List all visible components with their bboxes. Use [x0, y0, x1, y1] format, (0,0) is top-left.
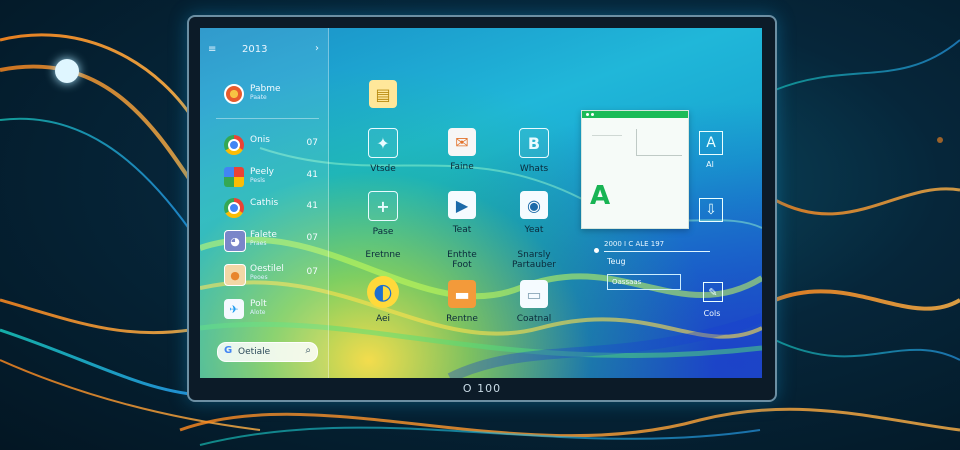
sidebar-item-count: 41	[306, 170, 318, 180]
folder-icon: ▬	[448, 280, 476, 308]
sidebar-item-oestilel[interactable]: ● Oestilel Peoes 07	[224, 264, 324, 286]
detail-input[interactable]: Oassaas	[607, 274, 681, 290]
download-icon[interactable]: ⇩	[699, 198, 723, 222]
tile-label: Aei	[375, 314, 391, 324]
avatar	[224, 84, 244, 104]
search-icon[interactable]: ⌕	[305, 345, 311, 356]
sidebar: ≡ 2013 › Pabme Paate Onis 07 Peely Pesls…	[200, 28, 329, 378]
sidebar-item-cathis[interactable]: Cathis 41	[224, 198, 324, 220]
tile-whats[interactable]: B Whats	[499, 128, 569, 178]
monitor-brand: O 100	[462, 382, 502, 395]
fork-icon: ✦	[368, 128, 398, 158]
side-label: Al	[706, 160, 714, 169]
tile-label: Vtsde	[370, 164, 396, 174]
google-icon: G	[224, 345, 233, 356]
tile-label: Eretnne	[365, 250, 401, 260]
chevron-right-icon[interactable]: ›	[315, 43, 319, 54]
spotlight-icon: ●	[224, 264, 246, 286]
profile-sub: Paate	[250, 94, 267, 101]
font-icon[interactable]: A	[699, 131, 723, 155]
sidebar-item-count: 07	[306, 138, 318, 148]
tile-label: Faine	[450, 162, 474, 172]
letter-b-icon: B	[519, 128, 549, 158]
tile-teat[interactable]: ▶ Teat	[427, 191, 497, 241]
preview-letter: A	[590, 181, 611, 211]
window-dot	[591, 113, 594, 116]
sidebar-item-label: Peely	[250, 167, 275, 177]
chrome-icon	[224, 198, 244, 218]
tile-aei[interactable]: ◐ Aei	[348, 276, 418, 326]
sidebar-item-sub: Praes	[250, 240, 267, 247]
window-dot	[586, 113, 589, 116]
sidebar-item-peely[interactable]: Peely Pesls 41	[224, 167, 324, 189]
sidebar-item-onis[interactable]: Onis 07	[224, 135, 324, 157]
preview-frame	[636, 129, 682, 156]
monitor: ≡ 2013 › Pabme Paate Onis 07 Peely Pesls…	[187, 15, 777, 402]
mail-icon: ✉	[448, 128, 476, 156]
slider-knob[interactable]	[594, 248, 599, 253]
sidebar-divider	[216, 118, 319, 119]
sidebar-item-count: 41	[306, 201, 318, 211]
sidebar-item-count: 07	[306, 267, 318, 277]
sidebar-item-label: Falete	[250, 230, 277, 240]
tile-notes[interactable]: ▤	[348, 80, 418, 130]
sidebar-year: 2013	[242, 44, 268, 55]
tile-label: Teat	[452, 225, 472, 235]
search-bar[interactable]: G Oetiale ⌕	[217, 342, 318, 362]
sidebar-item-label: Polt	[250, 299, 267, 309]
sidebar-item-sub: Pesls	[250, 177, 266, 184]
menu-icon[interactable]: ≡	[208, 44, 216, 55]
desktop-screen: ≡ 2013 › Pabme Paate Onis 07 Peely Pesls…	[200, 28, 762, 378]
tile-rentne[interactable]: ▬ Rentne	[427, 280, 497, 330]
camera-icon: ◉	[520, 191, 548, 219]
sidebar-item-sub: Peoes	[250, 274, 268, 281]
photos-icon	[224, 167, 244, 187]
sidebar-header: ≡ 2013 ›	[208, 43, 323, 58]
tile-label: Enthte Foot	[447, 250, 477, 270]
tile-label: Coatnal	[516, 314, 552, 324]
sidebar-item-sub: Alote	[250, 309, 266, 316]
add-icon: +	[368, 191, 398, 221]
window-titlebar[interactable]	[582, 111, 688, 118]
chrome-icon	[224, 135, 244, 155]
tile-coatnal[interactable]: ▭ Coatnal	[499, 280, 569, 330]
tile-label: Snarsly Partauber	[512, 250, 556, 270]
side-label: Cols	[703, 309, 721, 318]
preview-line	[592, 135, 622, 136]
tile-label: Pase	[372, 227, 394, 237]
glow-orb	[55, 59, 79, 83]
profile-item[interactable]: Pabme Paate	[224, 84, 324, 106]
date-text: 2000 I C ALE 197	[604, 240, 665, 248]
play-icon: ▶	[448, 191, 476, 219]
notes-icon: ▤	[369, 80, 397, 108]
sidebar-item-falete[interactable]: ◕ Falete Praes 07	[224, 230, 324, 252]
search-input[interactable]: Oetiale	[238, 347, 270, 357]
edit-icon[interactable]: ✎	[703, 282, 723, 302]
discord-icon: ◕	[224, 230, 246, 252]
detail-field: Teug	[607, 257, 626, 266]
twitter-icon: ✈	[224, 299, 244, 319]
date-slider-track[interactable]	[604, 251, 710, 252]
tile-yeat[interactable]: ◉ Yeat	[499, 191, 569, 241]
tile-vtsde[interactable]: ✦ Vtsde	[348, 128, 418, 178]
sidebar-item-label: Onis	[250, 135, 270, 145]
sidebar-item-label: Cathis	[250, 198, 279, 208]
preview-window[interactable]: A	[581, 110, 689, 229]
tile-pase[interactable]: + Pase	[348, 191, 418, 241]
sidebar-item-label: Oestilel	[250, 264, 284, 274]
tile-faine[interactable]: ✉ Faine	[427, 128, 497, 178]
tile-label: Whats	[519, 164, 549, 174]
sidebar-item-count: 07	[306, 233, 318, 243]
tile-label: Rentne	[446, 314, 478, 324]
briefcase-icon: ▭	[520, 280, 548, 308]
tile-label: Yeat	[524, 225, 544, 235]
profile-name: Pabme	[250, 84, 281, 94]
globe-icon: ◐	[367, 276, 399, 308]
sidebar-item-polt[interactable]: ✈ Polt Alote	[224, 299, 324, 321]
